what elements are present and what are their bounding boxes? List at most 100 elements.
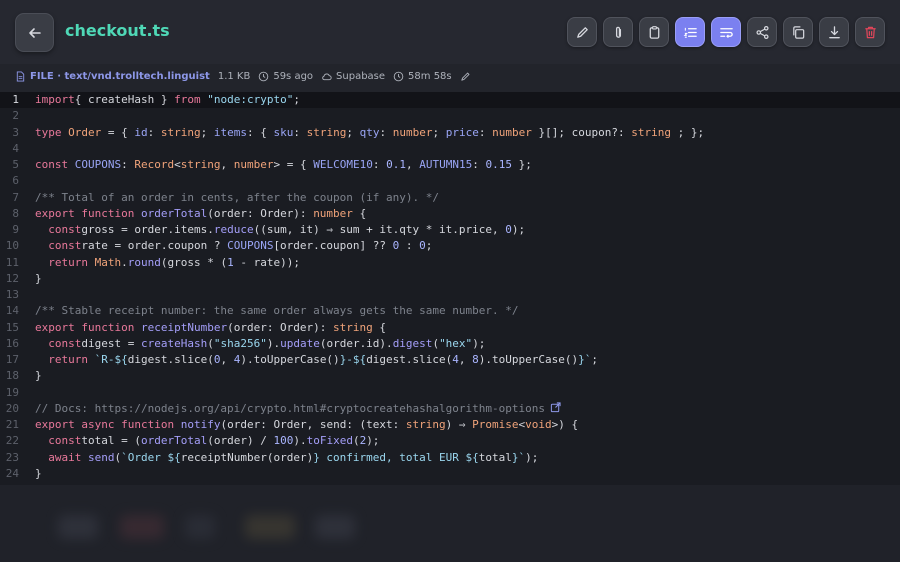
delete-button[interactable]: [855, 17, 885, 47]
code-line[interactable]: 21 export async function notify(order: Or…: [0, 417, 900, 433]
code-token: /** Stable receipt number: the same orde…: [35, 304, 519, 318]
edit-expiry-button[interactable]: [460, 71, 475, 82]
download-icon: [828, 25, 840, 38]
code-line[interactable]: 4: [0, 141, 900, 157]
code-token: number: [313, 206, 353, 220]
code-token: number: [392, 125, 433, 139]
code-token: 0.1: [386, 158, 406, 171]
code-token: receiptNumber(order): [180, 450, 314, 464]
edit-button[interactable]: [567, 17, 597, 47]
code-line[interactable]: 5 const COUPONS: Record<string, number> =…: [0, 157, 900, 173]
code-token: ;: [200, 125, 214, 139]
code-line[interactable]: 2: [0, 108, 900, 124]
code-token: 0: [505, 223, 512, 236]
code-token: :: [472, 158, 486, 171]
share-button[interactable]: [747, 17, 777, 47]
code-token: notify: [180, 418, 221, 431]
code-line[interactable]: 12}: [0, 271, 900, 287]
code-line[interactable]: 3 type Order = { id: string; items: { sku…: [0, 125, 900, 141]
code-line[interactable]: 19: [0, 385, 900, 401]
copy-button[interactable]: [783, 17, 813, 47]
line-numbers-toggle[interactable]: [675, 17, 705, 47]
code-token: qty: [359, 125, 380, 139]
code-text: await send(`Order ${receiptNumber(order)…: [35, 450, 538, 466]
code-line[interactable]: 8 export function orderTotal(order: Order…: [0, 206, 900, 222]
code-token: );: [525, 450, 539, 464]
code-line[interactable]: 20 // Docs: https://nodejs.org/api/crypto…: [0, 401, 900, 417]
line-number: 24: [5, 466, 19, 480]
code-line[interactable]: 7 /** Total of an order in cents, after t…: [0, 190, 900, 206]
code-line[interactable]: 1 import{ createHash } from "node:crypto"…: [0, 92, 900, 109]
code-token: export: [35, 320, 75, 334]
code-editor[interactable]: 1 import{ createHash } from "node:crypto"…: [0, 92, 900, 485]
code-line[interactable]: 23 await send(`Order ${receiptNumber(ord…: [0, 450, 900, 466]
code-line[interactable]: 11 return Math.round(gross * (1 - rate))…: [0, 255, 900, 271]
code-text: /** Stable receipt number: the same orde…: [35, 303, 518, 319]
code-token: ) ⇒: [445, 418, 473, 431]
code-line[interactable]: 24}: [0, 466, 900, 482]
back-button[interactable]: [15, 13, 54, 52]
code-text: consttotal = (orderTotal(order) / 100).t…: [35, 433, 379, 449]
code-token: sku: [273, 125, 294, 139]
code-token: type: [35, 125, 62, 139]
code-text: }: [35, 271, 42, 287]
code-token: { createHash }: [74, 93, 175, 106]
code-token: }`: [511, 450, 526, 464]
line-number: 10: [5, 239, 19, 253]
code-line[interactable]: 6: [0, 173, 900, 189]
code-token: round: [127, 255, 161, 269]
file-expiry: 58m 58s: [393, 71, 452, 82]
code-token: string: [631, 125, 671, 139]
code-token: <: [174, 158, 181, 171]
code-token: {: [359, 206, 367, 220]
code-line[interactable]: 10 constrate = order.coupon ? COUPONS[or…: [0, 238, 900, 254]
code-token: send: [88, 450, 115, 464]
code-line[interactable]: 18}: [0, 368, 900, 384]
code-line[interactable]: 17 return `R-${digest.slice(0, 4).toUppe…: [0, 352, 900, 368]
code-token: reduce: [213, 223, 254, 236]
code-token: ).toUpperCase(): [240, 353, 340, 366]
file-icon: [16, 70, 25, 82]
cloud-icon: [322, 73, 332, 80]
word-wrap-toggle[interactable]: [711, 17, 741, 47]
download-button[interactable]: [819, 17, 849, 47]
line-number: 17: [5, 353, 19, 366]
code-line[interactable]: 14 /** Stable receipt number: the same or…: [0, 303, 900, 319]
numbered-list-icon: [683, 27, 697, 38]
code-line[interactable]: 13: [0, 287, 900, 303]
code-line[interactable]: 22 consttotal = (orderTotal(order) / 100…: [0, 433, 900, 449]
external-link-icon[interactable]: [550, 402, 561, 413]
line-number: 13: [5, 288, 19, 301]
attach-button[interactable]: [603, 17, 633, 47]
code-text: export function orderTotal(order: Order)…: [35, 206, 366, 222]
code-token: // Docs: https://nodejs.org/api/crypto.h…: [35, 401, 545, 415]
line-number: 19: [5, 385, 19, 399]
code-token: :: [478, 125, 493, 139]
code-token: :: [293, 125, 307, 139]
code-text: const COUPONS: Record<string, number> = …: [35, 157, 532, 173]
code-token: }[]; coupon?:: [538, 125, 632, 139]
clipboard-button[interactable]: [639, 17, 669, 47]
code-token: price: [445, 125, 479, 139]
code-token: "sha256": [213, 336, 267, 350]
code-token: (order: Order, send: (text:: [220, 418, 406, 431]
code-token: }-${: [339, 353, 367, 366]
code-token: async: [81, 418, 115, 431]
code-token: : {: [247, 125, 274, 139]
code-token: :: [147, 125, 161, 139]
code-token: return: [48, 255, 88, 269]
code-line[interactable]: 9 constgross = order.items.reduce((sum, …: [0, 222, 900, 238]
code-token: (: [207, 336, 214, 350]
code-token: ;: [425, 239, 433, 253]
code-token: Math: [94, 255, 122, 269]
code-token: string: [333, 320, 373, 334]
code-token: 4: [452, 353, 459, 366]
code-line[interactable]: 15 export function receiptNumber(order: O…: [0, 320, 900, 336]
code-token: > = {: [273, 158, 314, 171]
line-number: 20: [5, 401, 19, 415]
code-line[interactable]: 16 constdigest = createHash("sha256").up…: [0, 336, 900, 352]
